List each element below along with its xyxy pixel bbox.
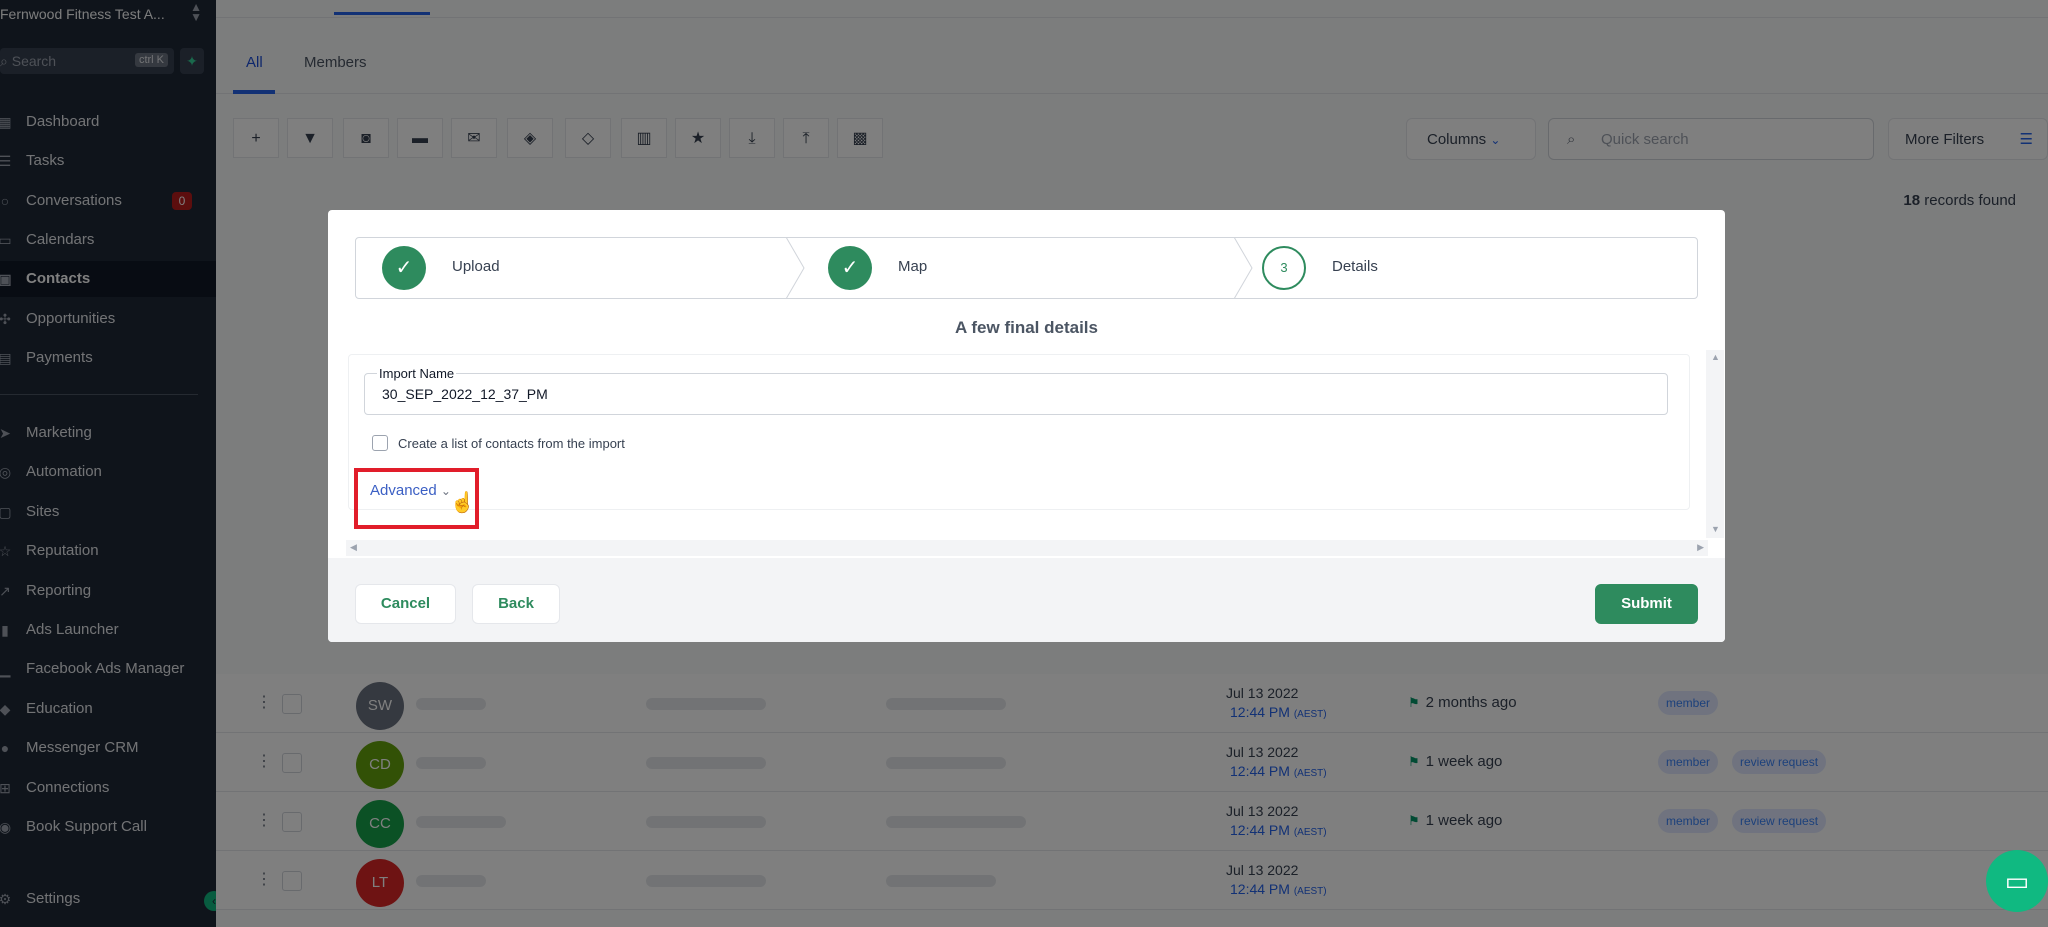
import-name-field[interactable]: Import Name 30_SEP_2022_12_37_PM xyxy=(364,366,1668,415)
import-details-modal: ✓ Upload ✓ Map 3 Details A few final det… xyxy=(328,210,1725,642)
import-name-value: 30_SEP_2022_12_37_PM xyxy=(382,386,548,402)
step-label: Details xyxy=(1332,258,1378,275)
step-label: Map xyxy=(898,258,928,275)
check-icon: ✓ xyxy=(382,246,426,290)
step-details: 3 Details xyxy=(1256,238,1696,298)
back-button[interactable]: Back xyxy=(472,584,560,624)
check-icon: ✓ xyxy=(828,246,872,290)
step-upload: ✓ Upload xyxy=(356,238,796,298)
cancel-button[interactable]: Cancel xyxy=(355,584,456,624)
step-label: Upload xyxy=(452,258,500,275)
modal-footer: Cancel Back Submit xyxy=(328,558,1725,642)
scroll-right-icon[interactable]: ▶ xyxy=(1697,542,1704,553)
details-scroll-pane[interactable]: Import Name 30_SEP_2022_12_37_PM Create … xyxy=(346,350,1724,556)
submit-button[interactable]: Submit xyxy=(1595,584,1698,624)
step-separator xyxy=(785,237,805,299)
create-list-checkbox[interactable] xyxy=(372,435,388,451)
import-name-label: Import Name xyxy=(377,366,457,381)
step-map: ✓ Map xyxy=(806,238,1246,298)
scroll-left-icon[interactable]: ◀ xyxy=(350,542,357,553)
vertical-scrollbar[interactable]: ▲ ▼ xyxy=(1706,350,1724,538)
create-list-label: Create a list of contacts from the impor… xyxy=(398,436,625,451)
step-separator xyxy=(1233,237,1253,299)
scroll-down-icon[interactable]: ▼ xyxy=(1711,524,1720,534)
hand-cursor-icon: ☝ xyxy=(450,492,475,514)
horizontal-scrollbar[interactable]: ◀ ▶ xyxy=(346,540,1708,556)
modal-heading: A few final details xyxy=(955,318,1098,337)
step-number: 3 xyxy=(1262,246,1306,290)
chat-widget-icon[interactable]: ▭ xyxy=(1986,850,2048,912)
import-stepper: ✓ Upload ✓ Map 3 Details xyxy=(355,237,1698,299)
scroll-up-icon[interactable]: ▲ xyxy=(1711,352,1720,362)
